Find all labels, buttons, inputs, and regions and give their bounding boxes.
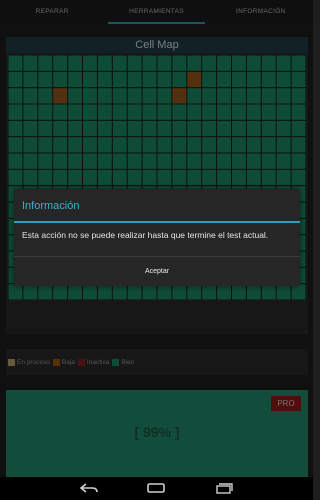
recent-apps-icon[interactable]: [212, 480, 234, 496]
accept-button[interactable]: Aceptar: [14, 257, 300, 286]
home-icon[interactable]: [145, 480, 167, 496]
system-nav-bar: [0, 477, 313, 500]
dialog-title-divider: [14, 221, 300, 223]
info-dialog: Información Esta acción no se puede real…: [14, 189, 300, 286]
back-icon[interactable]: [78, 480, 100, 496]
dialog-title: Información: [22, 200, 80, 212]
dialog-message: Esta acción no se puede realizar hasta q…: [22, 230, 269, 240]
